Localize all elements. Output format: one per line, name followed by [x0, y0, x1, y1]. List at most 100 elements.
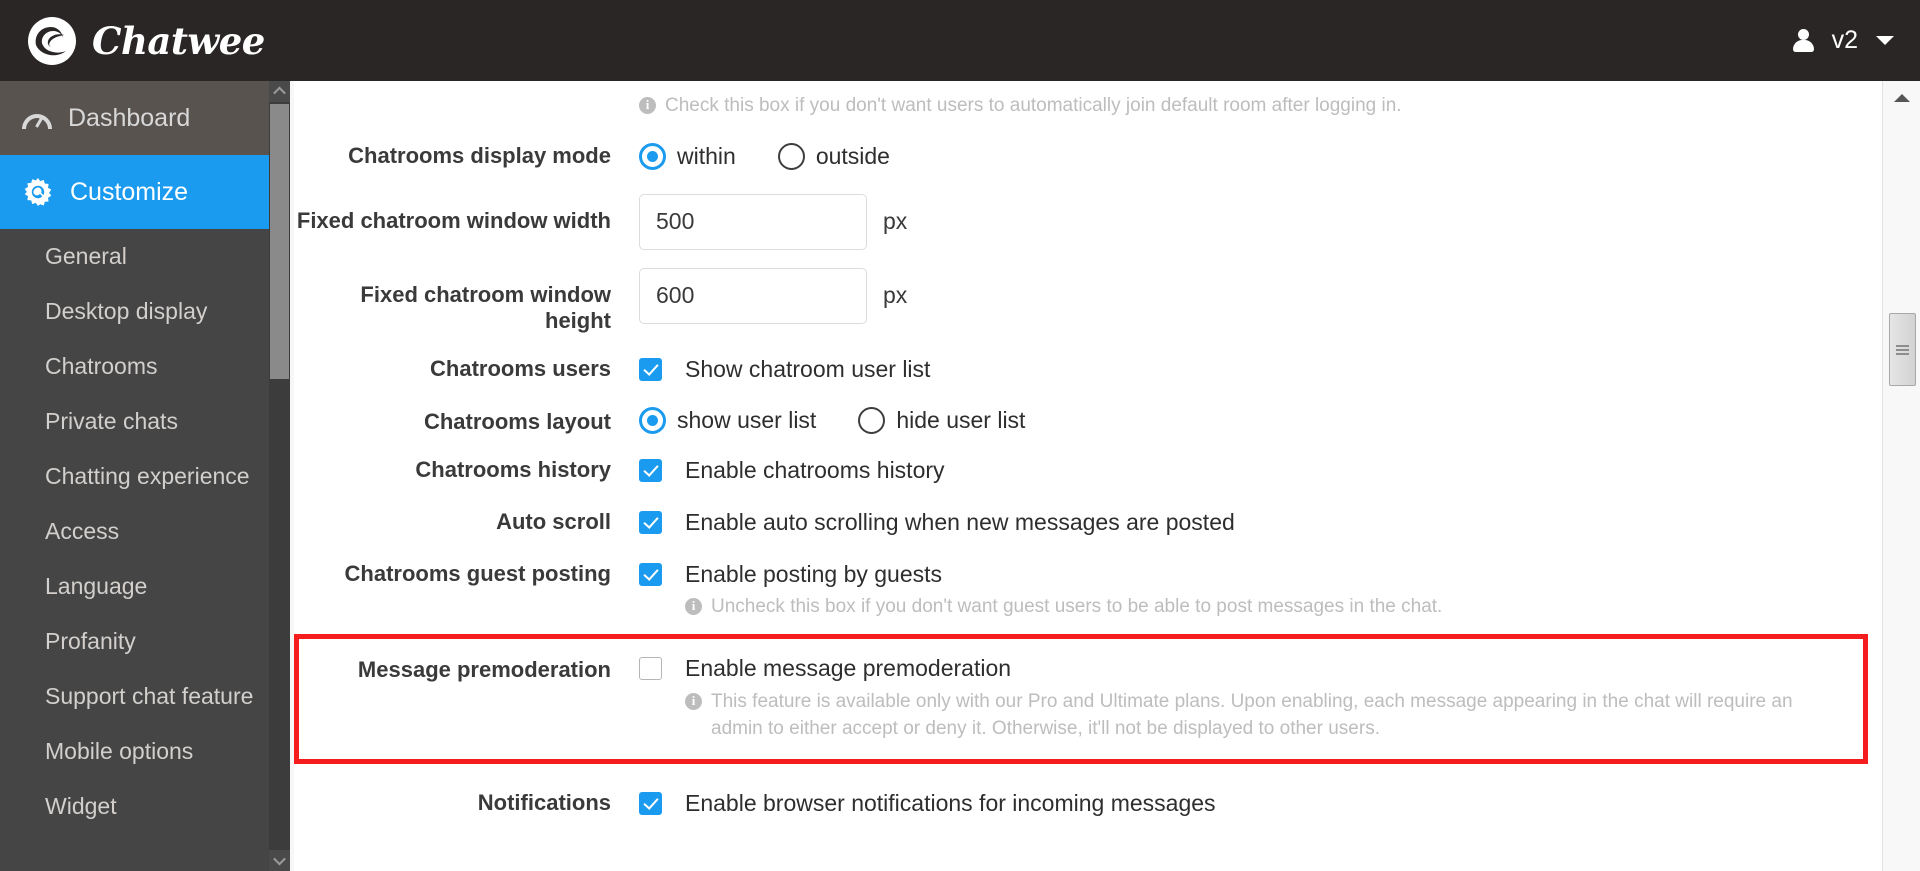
- radio-label: show user list: [677, 406, 817, 433]
- sidebar-item-chatrooms[interactable]: Chatrooms: [0, 339, 290, 394]
- checkbox-row-auto-scroll[interactable]: Enable auto scrolling when new messages …: [639, 509, 1882, 536]
- page-scroll-up-button[interactable]: [1889, 85, 1915, 111]
- field-label: Chatrooms guest posting: [344, 560, 611, 586]
- sidebar-item-chatting-experience[interactable]: Chatting experience: [0, 449, 290, 504]
- sidebar-scroll-thumb[interactable]: [270, 104, 289, 379]
- version-label[interactable]: v2: [1832, 26, 1858, 55]
- sidebar-item-language[interactable]: Language: [0, 559, 290, 614]
- sidebar-item-label: Private chats: [45, 407, 178, 434]
- radio-within[interactable]: [639, 142, 666, 170]
- sidebar-item-private-chats[interactable]: Private chats: [0, 394, 290, 449]
- chevron-up-icon: [273, 86, 286, 100]
- sidebar-item-support-chat-feature[interactable]: Support chat feature: [0, 669, 290, 724]
- gauge-icon: [22, 107, 52, 129]
- unit-label: px: [883, 208, 908, 235]
- sidebar-item-widget[interactable]: Widget: [0, 779, 290, 834]
- checkbox-label: Enable browser notifications for incomin…: [685, 789, 1216, 816]
- checkbox-row-message-premoderation[interactable]: Enable message premoderation: [639, 655, 1863, 682]
- checkbox-show-chatroom-user-list[interactable]: [639, 357, 662, 381]
- sidebar-item-profanity[interactable]: Profanity: [0, 614, 290, 669]
- sidebar-item-label: Chatting experience: [45, 462, 250, 489]
- sidebar-item-access[interactable]: Access: [0, 504, 290, 559]
- sidebar-item-mobile-options[interactable]: Mobile options: [0, 724, 290, 779]
- app-logo[interactable]: Chatwee: [26, 15, 265, 67]
- help-text-label: Uncheck this box if you don't want guest…: [711, 595, 1443, 617]
- row-window-width: Fixed chatroom window width px: [294, 170, 1882, 250]
- radio-label: within: [677, 142, 736, 169]
- radio-option-within[interactable]: within: [639, 142, 736, 170]
- sidebar-item-label: Customize: [70, 177, 189, 206]
- radio-group-layout: show user list hide user list: [639, 406, 1882, 434]
- checkbox-label: Enable chatrooms history: [685, 456, 945, 483]
- field-label: Chatrooms users: [430, 355, 611, 381]
- sidebar-scrollbar[interactable]: [269, 81, 290, 871]
- checkbox-label: Enable auto scrolling when new messages …: [685, 508, 1235, 535]
- sidebar-item-desktop-display[interactable]: Desktop display: [0, 284, 290, 339]
- page-scrollbar[interactable]: [1882, 81, 1920, 871]
- radio-label: hide user list: [896, 406, 1026, 433]
- info-icon: i: [685, 597, 702, 615]
- settings-content: i Check this box if you don't want users…: [294, 81, 1882, 871]
- field-label: Message premoderation: [357, 656, 611, 682]
- row-guest-posting: Chatrooms guest posting Enable posting b…: [294, 536, 1882, 621]
- sidebar-item-label: Chatrooms: [45, 352, 158, 379]
- checkbox-enable-posting-by-guests[interactable]: [639, 562, 662, 586]
- help-text-label: This feature is available only with our …: [711, 690, 1793, 739]
- checkbox-enable-message-premoderation[interactable]: [639, 656, 662, 680]
- checkbox-row-show-user-list[interactable]: Show chatroom user list: [639, 356, 1882, 383]
- checkbox-enable-browser-notifications[interactable]: [639, 791, 662, 815]
- help-text: i This feature is available only with ou…: [639, 682, 1863, 743]
- row-chatrooms-history: Chatrooms history Enable chatrooms histo…: [294, 435, 1882, 484]
- grip-icon: [1896, 343, 1909, 357]
- sidebar-item-label: Desktop display: [45, 297, 208, 324]
- sidebar-item-dashboard[interactable]: Dashboard: [0, 81, 290, 155]
- row-top-help: i Check this box if you don't want users…: [294, 81, 1882, 120]
- checkbox-enable-auto-scrolling[interactable]: [639, 510, 662, 534]
- field-label: Chatrooms layout: [423, 408, 611, 434]
- radio-show-user-list[interactable]: [639, 406, 666, 434]
- window-width-input[interactable]: [639, 193, 867, 250]
- row-notifications: Notifications Enable browser notificatio…: [294, 764, 1882, 817]
- radio-label: outside: [815, 142, 890, 169]
- page-scroll-thumb[interactable]: [1889, 313, 1916, 386]
- sidebar-item-label: Support chat feature: [45, 682, 254, 709]
- sidebar-item-label: Mobile options: [45, 737, 194, 764]
- window-height-input[interactable]: [639, 267, 867, 324]
- sidebar-item-general[interactable]: General: [0, 229, 290, 284]
- chatwee-swirl-icon: [26, 15, 78, 67]
- radio-group-display-mode: within outside: [639, 142, 1882, 170]
- help-text: i Uncheck this box if you don't want gue…: [639, 588, 1882, 621]
- checkbox-row-notifications[interactable]: Enable browser notifications for incomin…: [639, 790, 1882, 817]
- radio-option-outside[interactable]: outside: [777, 142, 890, 170]
- row-chatrooms-users: Chatrooms users Show chatroom user list: [294, 334, 1882, 383]
- field-label: Fixed chatroom window width: [296, 207, 611, 233]
- field-label: Fixed chatroom window height: [360, 281, 611, 333]
- row-chatrooms-layout: Chatrooms layout show user list hide use…: [294, 383, 1882, 435]
- chevron-down-icon[interactable]: [1876, 36, 1894, 45]
- field-label: Chatrooms history: [415, 456, 611, 482]
- checkbox-row-guest-posting[interactable]: Enable posting by guests: [639, 561, 1882, 588]
- checkbox-enable-chatrooms-history[interactable]: [639, 458, 662, 482]
- sidebar-item-customize[interactable]: Customize: [0, 155, 290, 229]
- topbar-right-group: v2: [1792, 0, 1894, 81]
- row-chatrooms-display-mode: Chatrooms display mode within outside: [294, 120, 1882, 170]
- unit-label: px: [883, 282, 908, 309]
- sidebar: Dashboard Customize General Desktop disp…: [0, 81, 290, 871]
- sidebar-scroll-down-button[interactable]: [269, 850, 290, 871]
- user-avatar-icon[interactable]: [1792, 28, 1814, 53]
- sidebar-item-label: General: [45, 242, 127, 269]
- checkbox-row-chatrooms-history[interactable]: Enable chatrooms history: [639, 457, 1882, 484]
- sidebar-scroll-up-button[interactable]: [269, 81, 290, 102]
- help-text-label: Check this box if you don't want users t…: [665, 95, 1402, 116]
- row-message-premoderation-highlighted: Message premoderation Enable message pre…: [294, 633, 1868, 764]
- sidebar-item-label: Widget: [45, 792, 117, 819]
- radio-option-hide-user-list[interactable]: hide user list: [858, 406, 1026, 434]
- info-icon: i: [639, 97, 656, 114]
- field-label: Auto scroll: [496, 508, 611, 534]
- radio-option-show-user-list[interactable]: show user list: [639, 406, 817, 434]
- checkbox-label: Enable message premoderation: [685, 654, 1012, 681]
- logo-text: Chatwee: [92, 18, 265, 63]
- gear-icon: [22, 176, 54, 208]
- radio-hide-user-list[interactable]: [858, 406, 886, 434]
- radio-outside[interactable]: [777, 142, 805, 170]
